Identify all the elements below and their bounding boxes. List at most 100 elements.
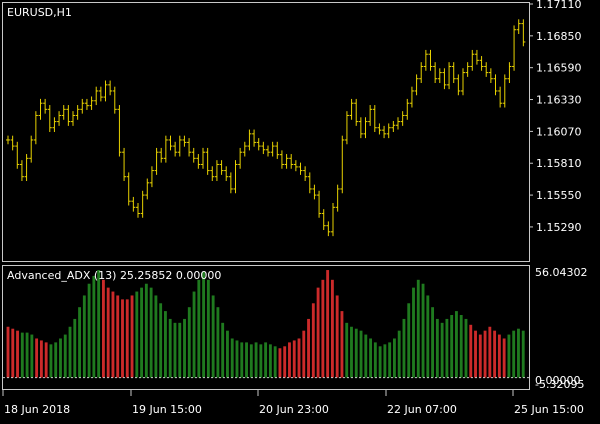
adx-histogram-bar xyxy=(316,287,320,378)
adx-histogram-bar xyxy=(20,332,24,378)
adx-histogram-bar xyxy=(25,332,29,378)
adx-histogram-bar xyxy=(359,330,363,378)
adx-histogram-bar xyxy=(273,346,277,378)
adx-histogram-bar xyxy=(483,330,487,378)
adx-histogram-bar xyxy=(121,299,124,378)
price-tick-label: 1.17110 xyxy=(536,0,582,11)
adx-histogram-bar xyxy=(426,295,430,378)
adx-histogram-bar xyxy=(488,326,492,378)
adx-histogram-bar xyxy=(206,279,210,378)
adx-histogram-bar xyxy=(54,342,58,378)
adx-histogram-bar xyxy=(383,344,387,378)
adx-histogram-bar xyxy=(39,340,43,378)
adx-histogram-bar xyxy=(183,318,186,378)
price-scale[interactable]: 1.17110 1.16850 1.16590 1.16330 1.16070 1.158… xyxy=(529,0,582,234)
adx-histogram-bar xyxy=(288,342,291,378)
adx-histogram-bar xyxy=(311,303,315,378)
adx-histogram-bar xyxy=(30,334,34,378)
adx-histogram-bar xyxy=(283,346,287,378)
price-tick-label: 1.15810 xyxy=(536,157,582,170)
adx-histogram-bar xyxy=(221,322,225,378)
adx-histogram-bar xyxy=(517,328,520,378)
adx-histogram-bar xyxy=(140,287,144,378)
adx-histogram-bar xyxy=(493,330,497,378)
adx-histogram-bar xyxy=(469,324,473,378)
adx-histogram-bar xyxy=(78,307,81,378)
time-tick-label: 22 Jun 07:00 xyxy=(387,403,457,416)
price-tick-label: 1.16850 xyxy=(536,30,582,43)
adx-histogram-bar xyxy=(268,344,272,378)
indicator-label: Advanced_ADX (13) 25.25852 0.00000 xyxy=(7,269,221,282)
adx-histogram-bar xyxy=(173,322,177,378)
adx-histogram-bar xyxy=(350,326,353,378)
adx-histogram-bar xyxy=(101,279,105,378)
adx-histogram-bar xyxy=(68,326,72,378)
time-tick-label: 20 Jun 23:00 xyxy=(259,403,329,416)
adx-histogram-bar xyxy=(378,346,382,378)
adx-histogram-bar xyxy=(130,295,134,378)
adx-histogram-bar xyxy=(92,275,96,378)
adx-histogram-bar xyxy=(111,291,115,378)
time-axis[interactable]: 18 Jun 2018 19 Jun 15:00 20 Jun 23:00 22 Ju… xyxy=(2,390,584,416)
adx-histogram-bar xyxy=(369,338,372,378)
adx-histogram-bar xyxy=(178,322,182,378)
adx-histogram-bar xyxy=(16,330,19,378)
adx-histogram-bar xyxy=(97,270,101,378)
adx-histogram-bar xyxy=(197,279,201,378)
adx-histogram-bar xyxy=(44,342,48,378)
indicator-level-zero: 0.00000 xyxy=(535,374,581,387)
adx-histogram-bar xyxy=(106,287,110,378)
adx-histogram-bar xyxy=(187,307,191,378)
adx-histogram-bar xyxy=(321,279,325,378)
chart-canvas[interactable]: EURUSD,H1 Advanced_ADX (13) 25.25852 0.0… xyxy=(0,0,600,420)
adx-histogram-bar xyxy=(435,318,439,378)
adx-histogram-bar xyxy=(307,318,310,378)
adx-histogram-bar xyxy=(6,326,10,378)
adx-histogram-bar xyxy=(502,338,506,378)
adx-histogram-bar xyxy=(521,330,525,378)
adx-histogram-bar xyxy=(73,318,77,378)
chart-window[interactable]: EURUSD,H1 Advanced_ADX (13) 25.25852 0.0… xyxy=(0,0,600,420)
adx-histogram-bar xyxy=(164,311,167,378)
adx-histogram-bar xyxy=(216,307,220,378)
adx-histogram-bar xyxy=(397,330,401,378)
adx-histogram-bar xyxy=(278,348,282,378)
adx-histogram-bar xyxy=(392,338,396,378)
adx-histogram-bar xyxy=(63,334,67,378)
adx-histogram-bar xyxy=(87,283,91,378)
adx-histogram-bar xyxy=(474,330,477,378)
adx-histogram-bar xyxy=(154,295,158,378)
adx-histogram-bar xyxy=(373,342,377,378)
indicator-scale[interactable]: 56.04302 -5.32095 0.00000 xyxy=(535,266,588,391)
adx-histogram-bar xyxy=(450,315,454,378)
adx-histogram-bar xyxy=(125,299,129,378)
adx-histogram-bar xyxy=(254,342,258,378)
adx-histogram-bar xyxy=(497,334,501,378)
adx-histogram-bar xyxy=(259,344,263,378)
adx-histogram-bar xyxy=(135,291,139,378)
symbol-timeframe-label: EURUSD,H1 xyxy=(7,6,72,19)
adx-histogram-bar xyxy=(407,303,411,378)
adx-histogram-bar xyxy=(431,307,435,378)
adx-histogram-bar xyxy=(440,322,444,378)
adx-histogram-bar xyxy=(354,328,358,378)
adx-histogram-bar xyxy=(211,295,215,378)
adx-histogram-bar xyxy=(192,291,196,378)
main-price-panel[interactable] xyxy=(2,2,530,262)
adx-histogram-bar xyxy=(455,311,458,378)
adx-histogram-bar xyxy=(226,330,229,378)
adx-histogram-bar xyxy=(297,338,301,378)
indicator-level-top: 56.04302 xyxy=(535,266,588,279)
adx-histogram-bar xyxy=(464,318,468,378)
adx-histogram-bar xyxy=(416,279,420,378)
adx-histogram-bar xyxy=(235,340,239,378)
price-tick-label: 1.15290 xyxy=(536,221,582,234)
time-tick-label: 25 Jun 15:00 xyxy=(514,403,584,416)
adx-histogram-bar xyxy=(82,295,86,378)
adx-histogram-bar xyxy=(116,295,120,378)
adx-histogram-bar xyxy=(149,287,153,378)
adx-histogram-bar xyxy=(445,318,449,378)
price-tick-label: 1.16070 xyxy=(536,125,582,138)
adx-histogram-bar xyxy=(249,344,253,378)
adx-histogram-bar xyxy=(245,342,248,378)
